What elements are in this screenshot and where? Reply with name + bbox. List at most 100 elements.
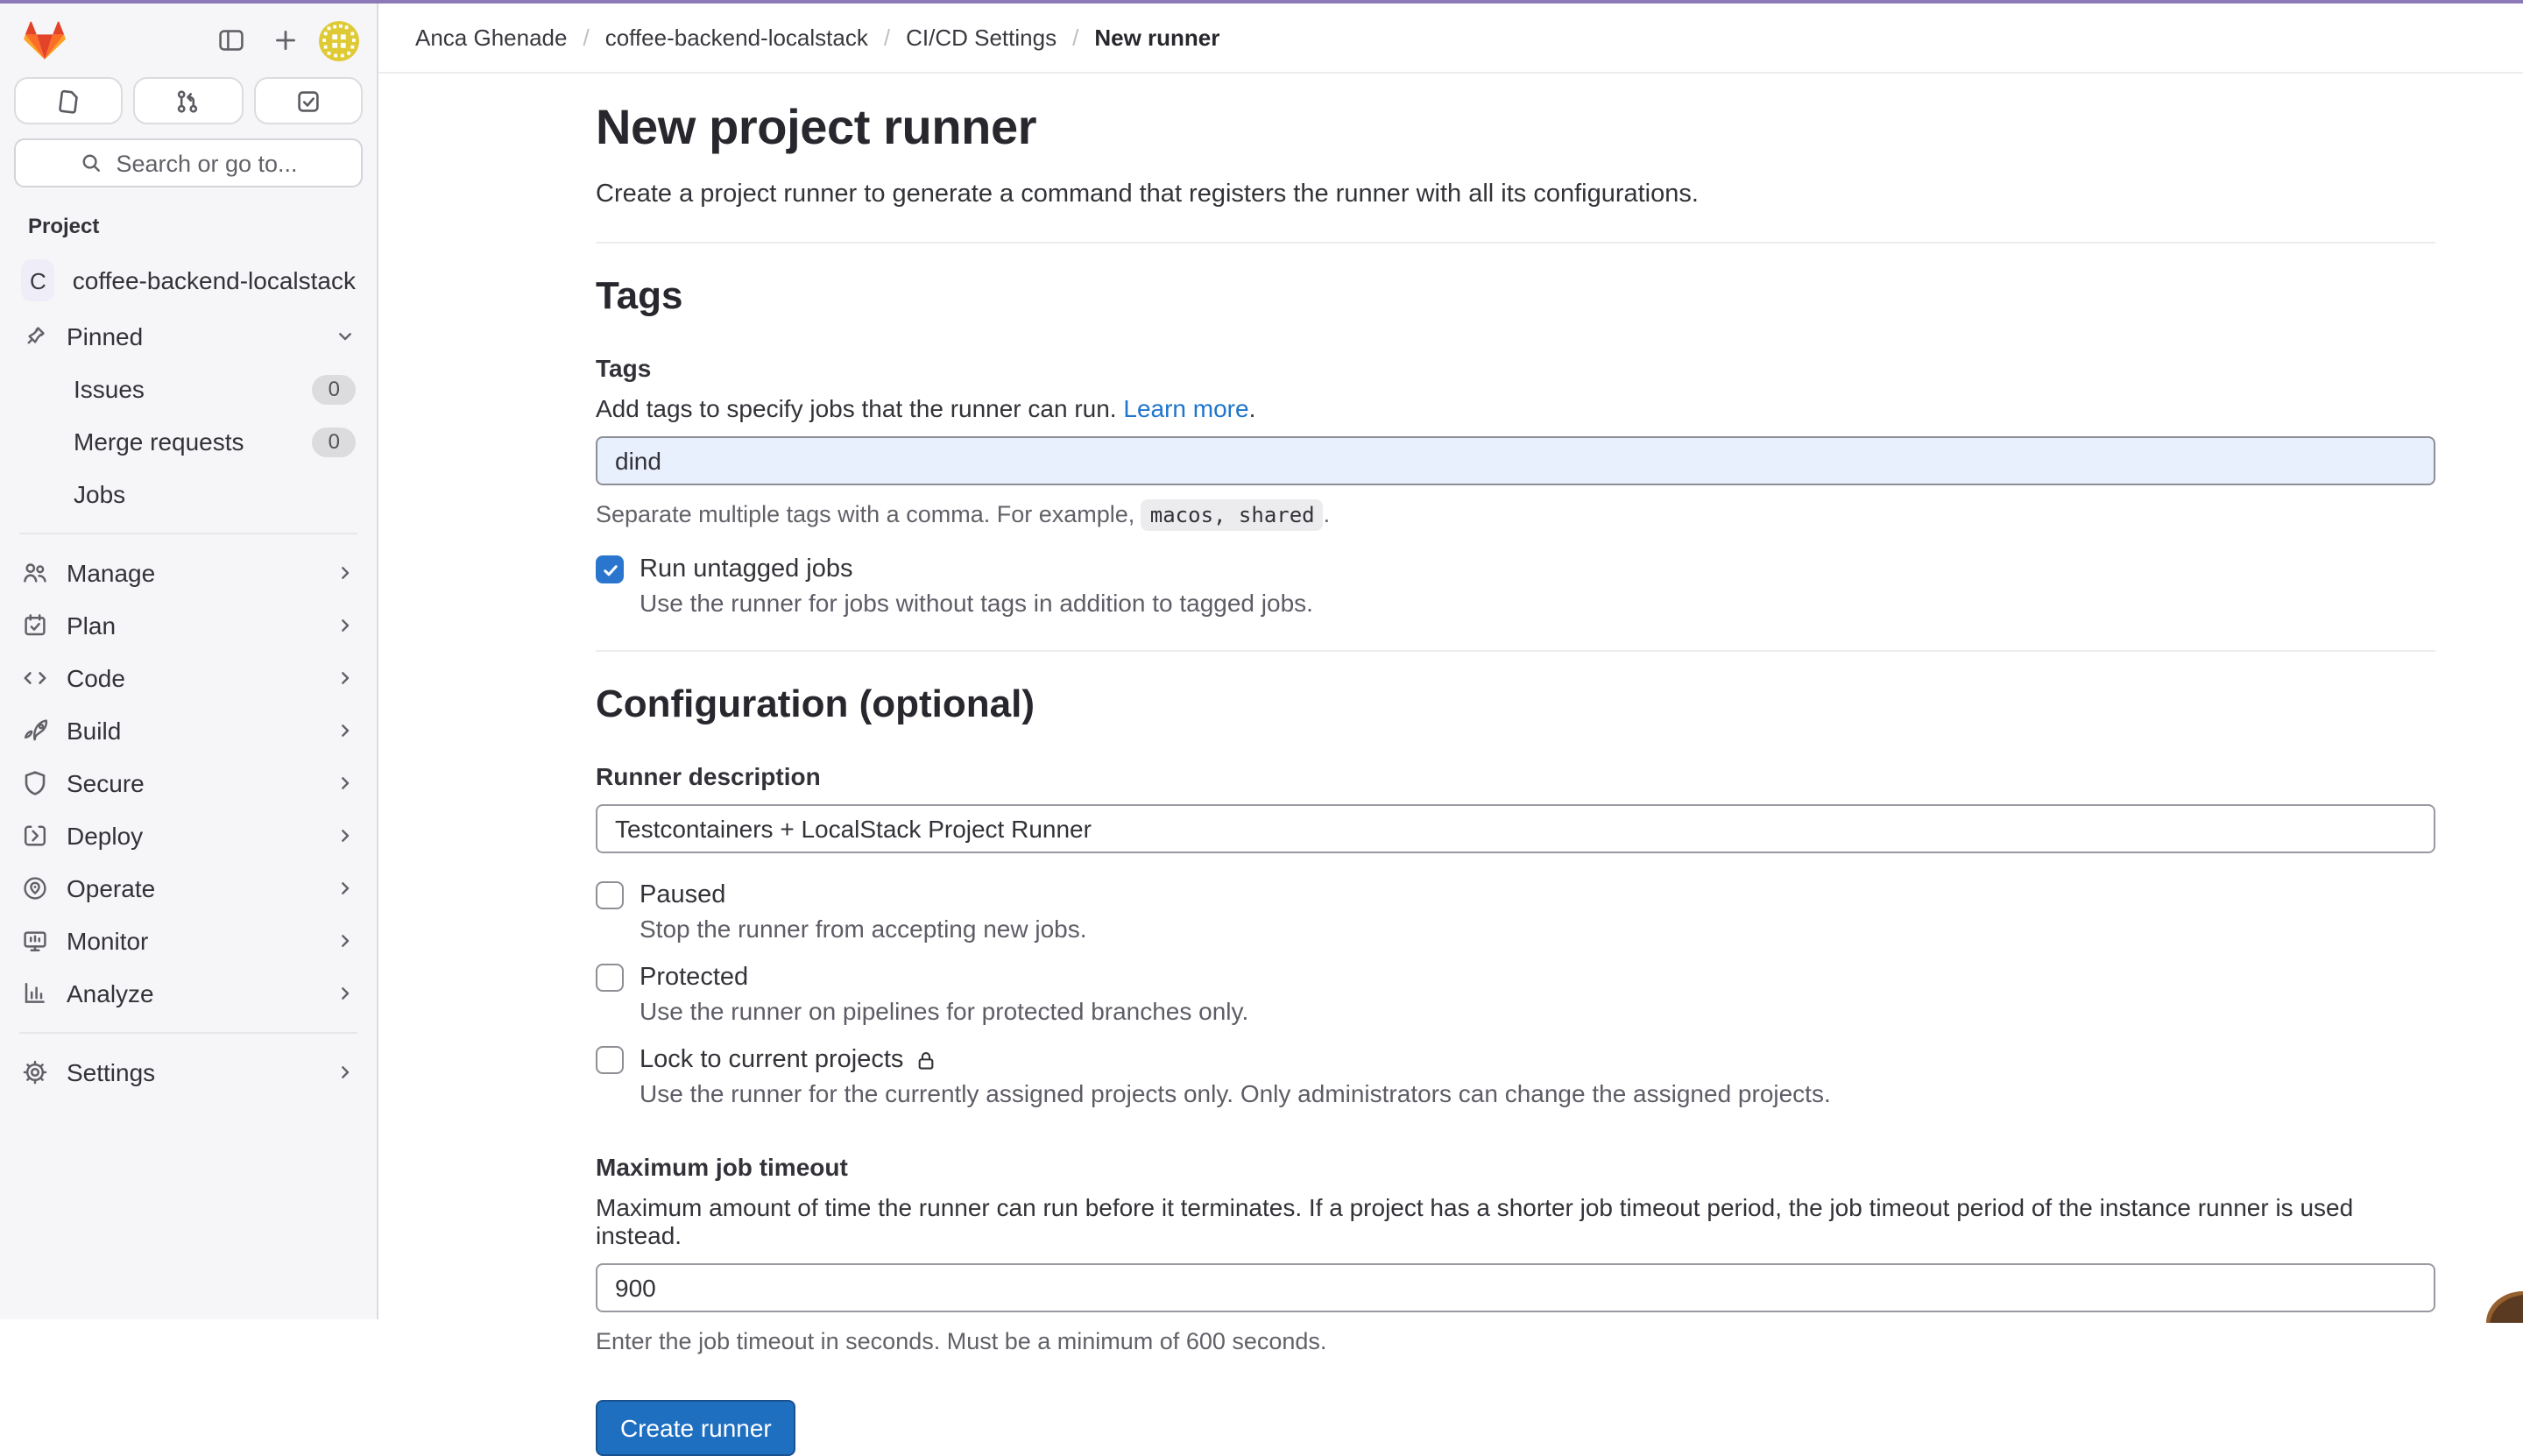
max-job-timeout-help: Maximum amount of time the runner can ru… (596, 1193, 2435, 1249)
lock-checkbox[interactable] (596, 1046, 624, 1074)
chevron-down-icon (335, 326, 356, 347)
todo-check-icon (294, 87, 322, 115)
chevron-right-icon (335, 668, 356, 689)
sidebar-item-merge-requests[interactable]: Merge requests 0 (0, 415, 377, 468)
rocket-icon (21, 717, 49, 745)
create-runner-button[interactable]: Create runner (596, 1400, 796, 1456)
sidebar-item-plan[interactable]: Plan (0, 599, 377, 652)
issues-count-badge: 0 (313, 374, 356, 404)
sidebar-divider (19, 1032, 357, 1034)
chevron-right-icon (335, 983, 356, 1004)
search-placeholder: Search or go to... (116, 150, 297, 176)
paused-block: Paused Stop the runner from accepting ne… (596, 881, 2435, 943)
sidebar-item-deploy[interactable]: Deploy (0, 809, 377, 862)
page-description: Create a project runner to generate a co… (596, 180, 2435, 209)
sidebar-item-label: Settings (67, 1058, 155, 1086)
users-icon (21, 559, 49, 587)
sidebar-item-label: Operate (67, 874, 155, 902)
sidebar-item-label: Plan (67, 611, 116, 640)
chevron-right-icon (335, 562, 356, 583)
paused-label: Paused (640, 881, 725, 909)
merge-request-icon (174, 87, 202, 115)
sidebar-item-secure[interactable]: Secure (0, 757, 377, 809)
sidebar-item-label: Manage (67, 559, 155, 587)
monitor-icon (21, 927, 49, 955)
max-job-timeout-input[interactable] (596, 1263, 2435, 1312)
sidebar-section-label: Project (0, 187, 377, 251)
sidebar-item-operate[interactable]: Operate (0, 862, 377, 915)
sidebar-item-code[interactable]: Code (0, 652, 377, 704)
create-new-button[interactable] (265, 19, 307, 61)
panel-left-icon (217, 26, 245, 54)
chevron-right-icon (335, 930, 356, 951)
lock-block: Lock to current projects Use the runner … (596, 1046, 2435, 1107)
avatar-identicon (319, 20, 359, 60)
tags-section-heading: Tags (596, 272, 2435, 321)
breadcrumb-separator: / (1072, 25, 1078, 51)
todo-list-shortcut-button[interactable] (253, 77, 363, 124)
breadcrumb: Anca Ghenade / coffee-backend-localstack… (415, 25, 1219, 51)
sidebar-item-label: Code (67, 664, 125, 692)
sidebar-item-analyze[interactable]: Analyze (0, 967, 377, 1020)
pin-icon (21, 322, 49, 350)
sidebar-item-issues[interactable]: Issues 0 (0, 363, 377, 415)
issues-shortcut-button[interactable] (14, 77, 124, 124)
search-icon (79, 151, 103, 175)
sidebar-item-label: Jobs (74, 480, 125, 508)
check-icon (600, 560, 619, 579)
project-avatar: C (21, 259, 55, 301)
breadcrumb-separator: / (884, 25, 890, 51)
sidebar-item-label: Issues (74, 375, 145, 403)
tags-example-code: macos, shared (1141, 499, 1324, 531)
protected-help: Use the runner on pipelines for protecte… (640, 997, 2435, 1025)
gitlab-logo-icon[interactable] (23, 19, 67, 61)
sidebar-item-monitor[interactable]: Monitor (0, 915, 377, 967)
merge-requests-shortcut-button[interactable] (134, 77, 244, 124)
page-content: New project runner Create a project runn… (378, 74, 2523, 1456)
paused-checkbox[interactable] (596, 881, 624, 909)
breadcrumb-cicd-settings[interactable]: CI/CD Settings (906, 25, 1057, 51)
sidebar-item-settings[interactable]: Settings (0, 1046, 377, 1099)
sidebar-header (0, 4, 377, 65)
globe-pin-icon (21, 874, 49, 902)
protected-block: Protected Use the runner on pipelines fo… (596, 964, 2435, 1025)
search-input[interactable]: Search or go to... (14, 138, 363, 187)
issue-icon (54, 87, 82, 115)
sidebar-item-pinned[interactable]: Pinned (0, 310, 377, 363)
plus-icon (272, 26, 300, 54)
breadcrumb-user[interactable]: Anca Ghenade (415, 25, 567, 51)
runner-description-input[interactable] (596, 804, 2435, 853)
lock-help: Use the runner for the currently assigne… (640, 1079, 2435, 1107)
main-area: Anca Ghenade / coffee-backend-localstack… (378, 4, 2523, 1319)
sidebar-item-manage[interactable]: Manage (0, 547, 377, 599)
sidebar-item-label: Analyze (67, 979, 154, 1007)
protected-label: Protected (640, 964, 748, 992)
project-name: coffee-backend-localstack (73, 266, 356, 294)
sidebar-item-label: Secure (67, 769, 145, 797)
sidebar-project-item[interactable]: C coffee-backend-localstack (0, 251, 377, 310)
sidebar-item-jobs[interactable]: Jobs (0, 468, 377, 520)
lock-icon (914, 1049, 936, 1071)
learn-more-link[interactable]: Learn more (1123, 394, 1248, 422)
merge-requests-count-badge: 0 (313, 427, 356, 456)
chevron-right-icon (335, 720, 356, 741)
chevron-right-icon (335, 773, 356, 794)
runner-description-label: Runner description (596, 762, 2435, 790)
breadcrumb-project[interactable]: coffee-backend-localstack (605, 25, 868, 51)
sidebar-item-build[interactable]: Build (0, 704, 377, 757)
sidebar-item-label: Deploy (67, 822, 143, 850)
user-avatar[interactable] (319, 20, 359, 60)
protected-checkbox[interactable] (596, 964, 624, 992)
collapse-sidebar-button[interactable] (210, 19, 252, 61)
gear-icon (21, 1058, 49, 1086)
section-divider (596, 242, 2435, 244)
tags-input[interactable] (596, 436, 2435, 485)
topbar: Anca Ghenade / coffee-backend-localstack… (378, 4, 2523, 74)
browser-accent-strip (0, 0, 2523, 4)
sidebar-shortcuts (14, 77, 363, 124)
chevron-right-icon (335, 1062, 356, 1083)
run-untagged-checkbox[interactable] (596, 555, 624, 583)
deploy-icon (21, 822, 49, 850)
sidebar-divider (19, 533, 357, 534)
tags-field-help: Add tags to specify jobs that the runner… (596, 394, 2435, 422)
